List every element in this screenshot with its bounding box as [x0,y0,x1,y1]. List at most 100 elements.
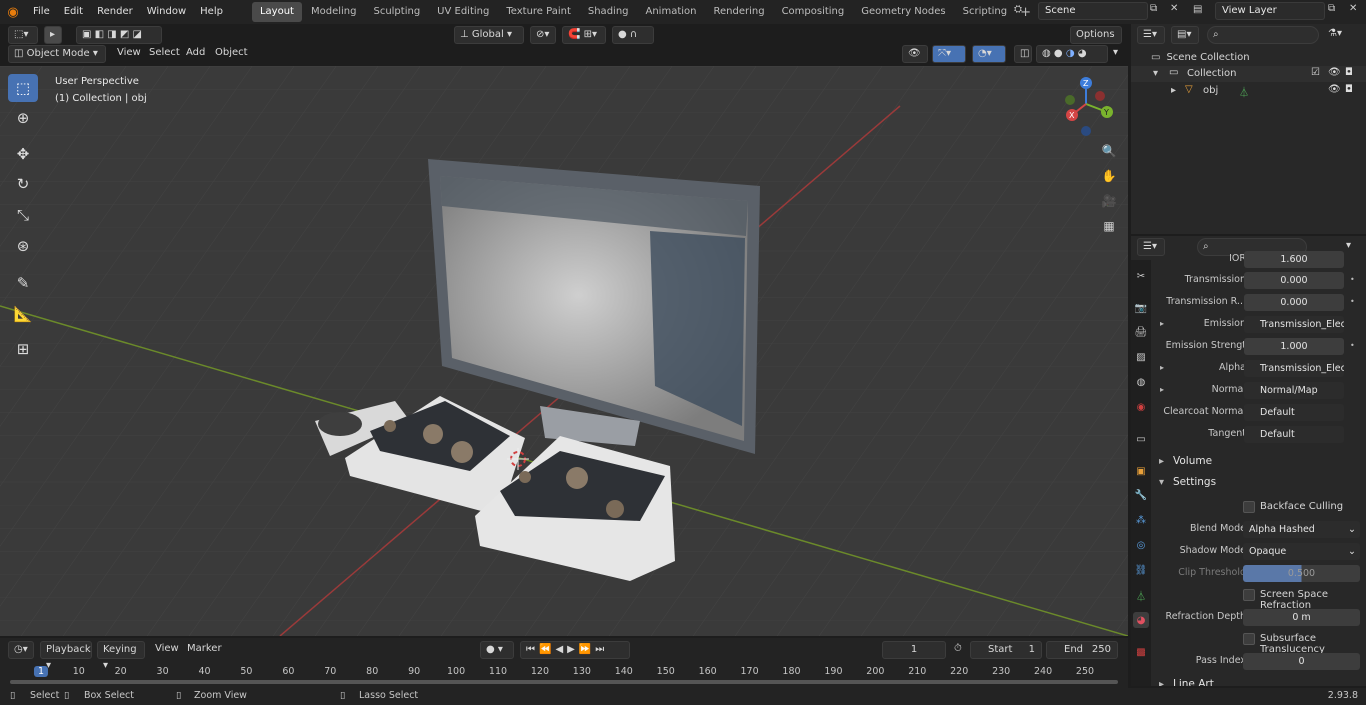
world-tab-icon[interactable]: ◉ [1133,399,1149,415]
output-tab-icon[interactable]: 🖨 [1133,324,1149,340]
shader-input-field[interactable]: Transmission_Electr... [1244,316,1344,333]
collection-row[interactable]: ▾ ▭ Collection ☑ 👁 ◘ [1131,66,1366,82]
timeline-editor-type-button[interactable]: ◷▾ [8,641,34,659]
shadow-mode-dropdown[interactable]: Opaque ⌄ [1243,543,1360,560]
annotate-tool-icon[interactable]: ✎ [8,269,38,297]
particles-tab-icon[interactable]: ⁂ [1133,512,1149,528]
collection-expand-icon[interactable]: ▾ [1153,68,1158,79]
ortho-grid-icon[interactable]: ▦ [1098,215,1120,237]
keyframe-dot-icon[interactable]: • [1350,275,1355,284]
collection-tab-icon[interactable]: ▭ [1133,431,1149,447]
menu-help[interactable]: Help [193,2,230,22]
object-render-camera-icon[interactable]: ◘ [1345,84,1353,95]
volume-panel-header[interactable]: ▸ Volume [1153,452,1366,472]
stopwatch-icon[interactable]: ⏱ [954,643,962,654]
tab-texture-paint[interactable]: Texture Paint [498,2,579,22]
rotate-tool-icon[interactable]: ↻ [8,170,38,198]
tab-compositing[interactable]: Compositing [774,2,853,22]
data-tab-icon[interactable]: ⏃ [1133,587,1149,603]
render-camera-icon[interactable]: ◘ [1345,67,1353,78]
view-layer-browse-icon[interactable]: ▤ [1193,4,1202,15]
3d-viewport[interactable]: User Perspective (1) Collection | obj ⬚ … [0,66,1128,636]
object-row[interactable]: ▸ ▽ obj ⏃ 👁 ◘ [1131,83,1366,99]
sss-translucency-checkbox[interactable] [1243,633,1255,645]
object-expand-icon[interactable]: ▸ [1171,85,1176,96]
sss-translucency-row[interactable]: Subsurface Translucency [1153,630,1366,655]
mode-dropdown[interactable]: ◫ Object Mode ▾ [8,45,106,63]
tab-layout[interactable]: Layout [251,2,302,22]
orientation-dropdown[interactable]: ⊥ Global ▾ [454,26,524,44]
editor-type-button[interactable]: ⬚▾ [8,26,38,44]
physics-tab-icon[interactable]: ◎ [1133,537,1149,553]
pivot-dropdown[interactable]: ⊘▾ [530,26,556,44]
shading-mode-buttons[interactable]: ◍ ● ◑ ◕ [1036,45,1108,63]
line-art-panel-header[interactable]: ▸ Line Art [1153,677,1366,686]
navigation-gizmo[interactable]: Z Y X [1052,74,1122,144]
shader-input-field[interactable]: Transmission_Electr... [1244,360,1344,377]
shader-input-field[interactable]: Default [1244,426,1344,443]
view-layer-close-icon[interactable]: ✕ [1349,3,1357,14]
clip-threshold-slider[interactable]: 0.500 [1243,565,1360,582]
select-mode-buttons[interactable]: ▣ ◧ ◨ ◩ ◪ [76,26,162,44]
menu-object[interactable]: Object [210,45,253,63]
tool-tab-icon[interactable]: ✂ [1133,268,1149,284]
transform-tool-icon[interactable]: ⊛ [8,232,38,260]
tab-scripting[interactable]: Scripting [955,2,1015,22]
gizmo-neg-x-icon[interactable] [1065,95,1075,105]
render-tab-icon[interactable]: 📷 [1133,300,1149,316]
gizmo-neg-z-icon[interactable] [1081,126,1091,136]
visibility-dropdown[interactable]: 👁▾ [902,45,928,75]
auto-keying-toggle[interactable]: ● ▾ [480,641,514,659]
shader-input-field[interactable]: Default [1244,404,1344,421]
keyframe-dot-icon[interactable]: • [1350,341,1355,350]
menu-file[interactable]: File [26,2,57,22]
cursor-tool-icon[interactable]: ⊕ [8,104,38,132]
shader-input-field[interactable]: 0.000 [1244,294,1344,311]
end-frame-field[interactable]: End 250 [1046,641,1118,659]
tab-shading[interactable]: Shading [580,2,637,22]
shading-options-dropdown[interactable]: ▾ [1108,45,1124,63]
tab-geometry-nodes[interactable]: Geometry Nodes [853,2,953,22]
snap-toggle[interactable]: 🧲 ⊞▾ [562,26,606,44]
view-layer-field[interactable]: View Layer [1215,2,1325,20]
backface-culling-checkbox[interactable] [1243,501,1255,513]
pass-index-field[interactable]: 0 [1243,653,1360,670]
scene-name-field[interactable]: Scene [1038,2,1148,20]
backface-culling-row[interactable]: Backface Culling [1153,498,1366,518]
outliner-search-input[interactable]: ⌕ [1207,26,1319,44]
blender-logo-icon[interactable]: ◉ [0,5,26,20]
start-frame-field[interactable]: Start 1 [970,641,1042,659]
input-expand-icon[interactable]: ▸ [1160,319,1164,328]
constraints-tab-icon[interactable]: ⛓ [1133,562,1149,578]
exclude-checkbox[interactable]: ☑ [1311,67,1320,78]
scene-close-icon[interactable]: ✕ [1170,3,1178,14]
proportional-edit-toggle[interactable]: ● ∩ [612,26,654,44]
input-expand-icon[interactable]: ▸ [1160,385,1164,394]
menu-select[interactable]: Select [144,45,185,63]
overlay-toggle[interactable]: ◔▾ [972,45,1006,63]
view-layer-new-icon[interactable]: ⧉ [1328,3,1335,14]
scene-tab-icon[interactable]: ◍ [1133,374,1149,390]
blend-mode-dropdown[interactable]: Alpha Hashed ⌄ [1243,521,1360,538]
shader-input-field[interactable]: Normal/Map [1244,382,1344,399]
gizmo-neg-y-icon[interactable] [1095,91,1105,101]
zoom-icon[interactable]: 🔍 [1098,140,1120,162]
input-expand-icon[interactable]: ▸ [1160,363,1164,372]
scene-new-icon[interactable]: ⧉ [1150,3,1157,14]
mesh-data-icon[interactable]: ⏃ [1239,84,1249,99]
menu-add[interactable]: Add [181,45,210,63]
object-visibility-eye-icon[interactable]: 👁 [1328,84,1341,95]
shader-input-field[interactable]: 1.000 [1244,338,1344,355]
timeline-view-menu[interactable]: View [150,641,184,659]
tab-rendering[interactable]: Rendering [705,2,772,22]
tab-sculpting[interactable]: Sculpting [365,2,428,22]
select-box-tool-icon[interactable]: ⬚ [8,74,38,102]
filter-icon[interactable]: ⚗▾ [1323,26,1351,44]
outliner-editor-type-button[interactable]: ☰▾ [1137,26,1165,44]
ior-field[interactable]: 1.600 [1244,251,1344,268]
pan-hand-icon[interactable]: ✋ [1098,165,1120,187]
playback-menu[interactable]: Playback ▾ [40,641,92,671]
marker-menu[interactable]: Marker [182,641,227,659]
tab-modeling[interactable]: Modeling [303,2,365,22]
keying-menu[interactable]: Keying ▾ [97,641,145,671]
